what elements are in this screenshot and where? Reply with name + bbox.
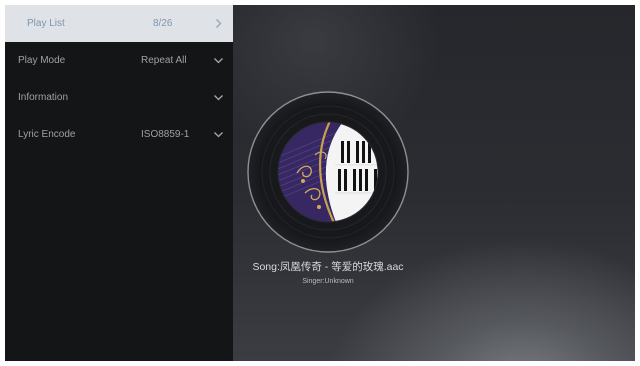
song-title: Song:凤凰传奇 - 等爱的玫瑰.aac	[252, 261, 404, 273]
lyric-encode-value: ISO8859-1	[141, 129, 190, 140]
menu-item-lyric-encode[interactable]: Lyric Encode ISO8859-1	[5, 116, 233, 153]
play-list-count: 8/26	[153, 18, 173, 29]
menu-item-play-mode[interactable]: Play Mode Repeat All	[5, 42, 233, 79]
music-player-screen: Play List 8/26 Play Mode Repeat All Info…	[5, 5, 635, 361]
menu-item-label: Information	[18, 92, 69, 103]
menu-item-label: Lyric Encode	[18, 129, 76, 140]
play-mode-value: Repeat All	[141, 55, 187, 66]
settings-menu: Play List 8/26 Play Mode Repeat All Info…	[5, 5, 233, 361]
now-playing-area: Song:凤凰传奇 - 等爱的玫瑰.aac Singer:Unknown	[233, 5, 635, 361]
menu-item-label: Play Mode	[18, 55, 66, 66]
chevron-down-icon	[214, 95, 223, 101]
menu-item-information[interactable]: Information	[5, 79, 233, 116]
chevron-down-icon	[214, 132, 223, 138]
menu-item-play-list[interactable]: Play List 8/26	[5, 5, 233, 42]
chevron-right-icon	[216, 19, 222, 28]
menu-item-label: Play List	[27, 18, 65, 29]
singer-name: Singer:Unknown	[302, 278, 354, 285]
chevron-down-icon	[214, 58, 223, 64]
vinyl-disc-icon	[247, 91, 409, 253]
